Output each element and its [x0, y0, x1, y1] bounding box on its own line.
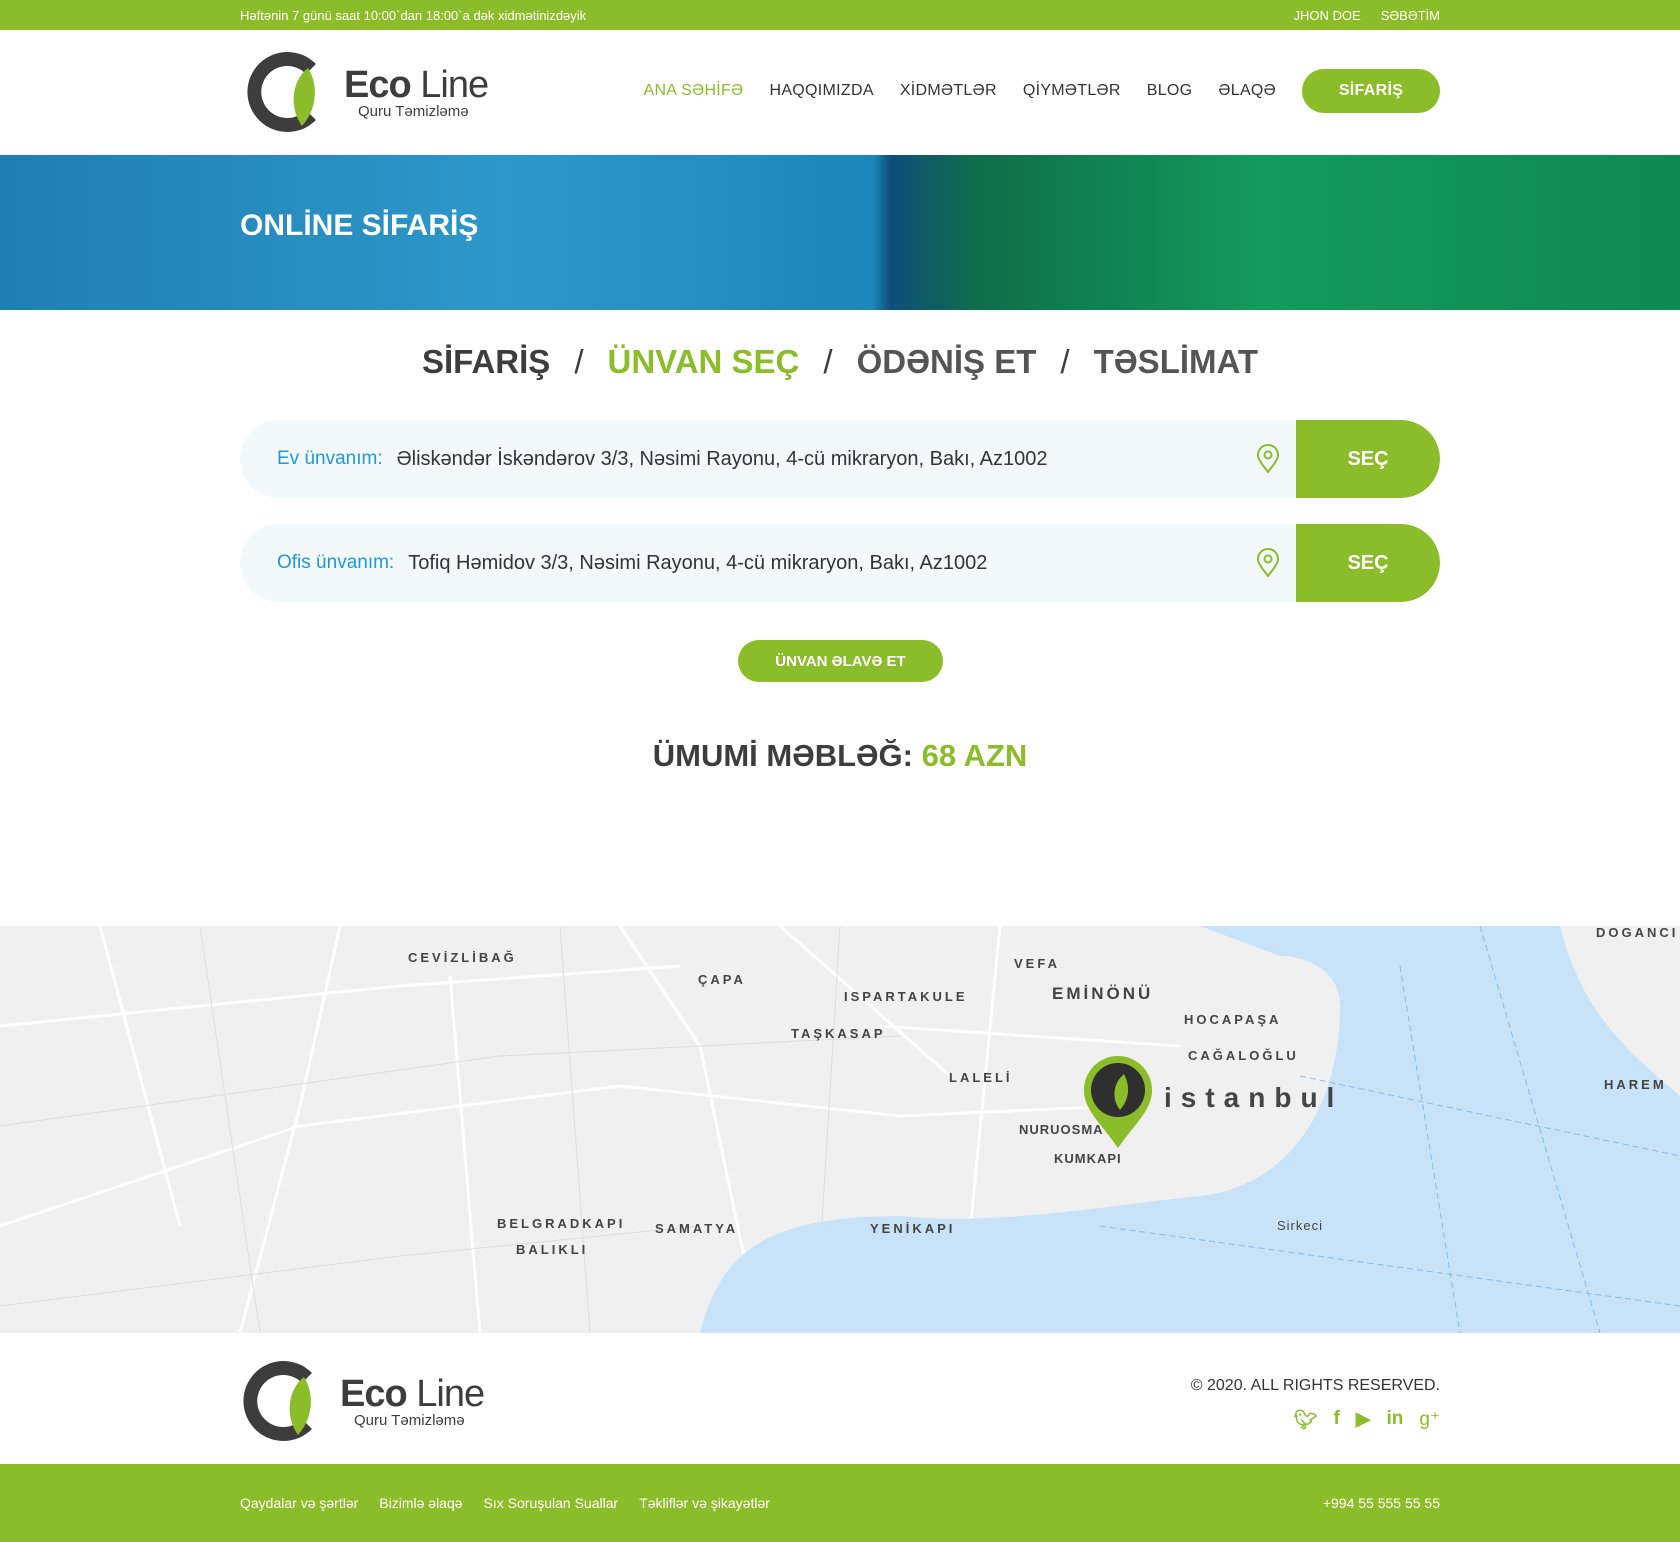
map-label: KUMKAPI	[1054, 1151, 1122, 1166]
nav-home[interactable]: ANA SƏHİFƏ	[643, 82, 743, 100]
location-pin-icon[interactable]	[1256, 548, 1280, 578]
address-row-office[interactable]: Ofis ünvanım: Tofiq Həmidov 3/3, Nəsimi …	[240, 524, 1440, 602]
footer-logo[interactable]: Eco Line Quru Təmizləmə	[242, 1355, 485, 1447]
cart-link[interactable]: SƏBƏTİM	[1381, 8, 1440, 23]
social-links: 🐦︎ f ▶ in g⁺	[1293, 1408, 1440, 1432]
map-label: HAREM	[1604, 1077, 1667, 1092]
logo-icon	[247, 52, 316, 132]
map-label: CAĞALOĞLU	[1188, 1048, 1299, 1063]
map-label: EMİNÖNÜ	[1052, 984, 1153, 1003]
map-label: NURUOSMA	[1019, 1122, 1104, 1137]
nav-contact[interactable]: ƏLAQƏ	[1218, 82, 1276, 100]
address-label: Ofis ünvanım:	[277, 552, 395, 573]
bottom-bar: Qaydalar və şərtlər Bizimlə əlaqə Sıx So…	[0, 1464, 1680, 1542]
location-pin-icon[interactable]	[1256, 444, 1280, 474]
select-button[interactable]: SEÇ	[1296, 420, 1440, 498]
map-label: LALELİ	[949, 1070, 1013, 1085]
map-label: ISPARTAKULE	[844, 989, 968, 1004]
top-bar: Həftənin 7 günü saat 10:00`dan 18:00`a d…	[0, 0, 1680, 30]
nav-prices[interactable]: QİYMƏTLƏR	[1023, 82, 1121, 100]
map-label: SAMATYA	[655, 1221, 738, 1236]
phone-number[interactable]: +994 55 555 55 55	[1323, 1495, 1440, 1511]
nav-about[interactable]: HAQQIMIZDA	[769, 82, 873, 100]
map-label: ÇAPA	[698, 972, 746, 987]
logo-icon	[243, 1361, 312, 1441]
footer-link-feedback[interactable]: Təkliflər və şikayətlər	[639, 1495, 770, 1511]
footer-link-terms[interactable]: Qaydalar və şərtlər	[240, 1495, 358, 1511]
map-label: Sirkeci	[1277, 1218, 1323, 1233]
map-label: HOCAPAŞA	[1184, 1012, 1281, 1027]
map-label: BELGRADKAPI	[497, 1216, 625, 1231]
address-value: Tofiq Həmidov 3/3, Nəsimi Rayonu, 4-cü m…	[408, 551, 988, 574]
nav-blog[interactable]: BLOG	[1147, 82, 1193, 100]
working-hours: Həftənin 7 günü saat 10:00`dan 18:00`a d…	[240, 8, 587, 23]
total-amount: ÜMUMİ MƏBLƏĞ: 68 AZN	[652, 738, 1028, 773]
copyright: © 2020. ALL RIGHTS RESERVED.	[1190, 1377, 1440, 1394]
facebook-icon[interactable]: f	[1334, 1408, 1340, 1432]
hero-banner: ONLİNE SİFARİŞ	[0, 155, 1680, 310]
order-button[interactable]: SİFARİŞ	[1302, 69, 1440, 113]
map-label: VEFA	[1014, 956, 1060, 971]
logo[interactable]: Eco Line Quru Təmizləmə	[246, 46, 489, 138]
google-plus-icon[interactable]: g⁺	[1419, 1408, 1440, 1432]
map-label: DOGANCI	[1596, 926, 1678, 940]
linkedin-icon[interactable]: in	[1387, 1408, 1404, 1432]
add-address-button[interactable]: ÜNVAN ƏLAVƏ ET	[738, 640, 943, 682]
footer-link-faq[interactable]: Sıx Soruşulan Suallar	[484, 1495, 619, 1511]
select-button[interactable]: SEÇ	[1296, 524, 1440, 602]
nav-services[interactable]: XİDMƏTLƏR	[900, 82, 997, 100]
address-value: Əliskəndər İskəndərov 3/3, Nəsimi Rayonu…	[396, 447, 1048, 470]
address-row-home[interactable]: Ev ünvanım: Əliskəndər İskəndərov 3/3, N…	[240, 420, 1440, 498]
footer-link-contact[interactable]: Bizimlə əlaqə	[379, 1495, 462, 1511]
step-delivery[interactable]: TƏSLİMAT	[1094, 343, 1258, 380]
map-label: YENİKAPI	[870, 1221, 955, 1236]
map-label: TAŞKASAP	[791, 1026, 886, 1041]
map-label: CEVİZLİBAĞ	[408, 950, 517, 965]
footer: Eco Line Quru Təmizləmə © 2020. ALL RIGH…	[0, 1333, 1680, 1464]
header: Eco Line Quru Təmizləmə ANA SƏHİFƏ HAQQI…	[0, 30, 1680, 155]
map-city-label: istanbul	[1164, 1082, 1343, 1113]
step-order[interactable]: SİFARİŞ	[422, 343, 550, 380]
main-nav: ANA SƏHİFƏ HAQQIMIZDA XİDMƏTLƏR QİYMƏTLƏ…	[643, 69, 1440, 113]
user-link[interactable]: JHON DOE	[1294, 8, 1361, 23]
twitter-icon[interactable]: 🐦︎	[1293, 1408, 1317, 1432]
youtube-icon[interactable]: ▶	[1356, 1408, 1371, 1432]
order-steps: SİFARİŞ / ÜNVAN SEÇ / ÖDƏNİŞ ET / TƏSLİMAT	[421, 343, 1259, 380]
step-payment[interactable]: ÖDƏNİŞ ET	[857, 343, 1037, 380]
map[interactable]: CEVİZLİBAĞ ÇAPA VEFA EMİNÖNÜ ISPARTAKULE…	[0, 926, 1680, 1333]
map-label: BALIKLI	[516, 1242, 588, 1257]
address-label: Ev ünvanım:	[277, 448, 383, 469]
step-address[interactable]: ÜNVAN SEÇ	[607, 343, 799, 380]
page-title: ONLİNE SİFARİŞ	[240, 209, 479, 242]
